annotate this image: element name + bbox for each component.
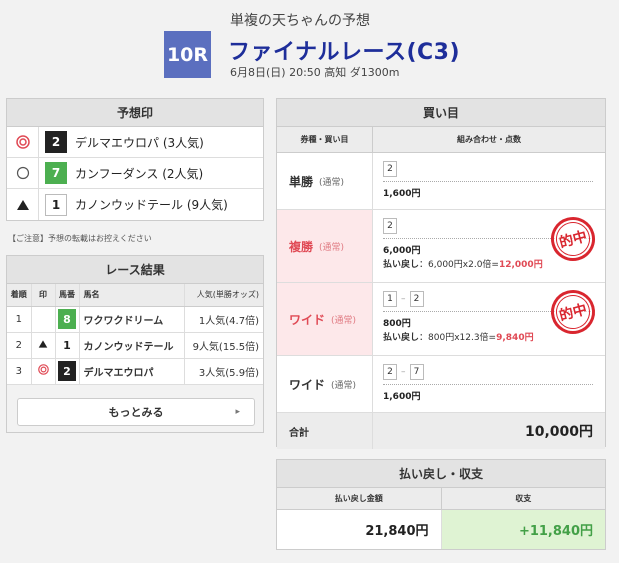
chevron-right-icon: ▸: [235, 407, 240, 417]
combo-number: 2: [383, 161, 397, 177]
taikou-mark-icon: [7, 158, 39, 188]
total-label: 合計: [277, 413, 373, 449]
bet-row-hit: 複勝 (通常) 2 6,000円 払い戻し：6,000円x2.0倍=12,000円…: [277, 210, 605, 283]
bet-type: ワイド: [289, 312, 326, 327]
payout-values: 21,840円 +11,840円: [277, 510, 605, 549]
payout-panel: 払い戻し・収支 払い戻し金額 収支 21,840円 +11,840円: [276, 459, 606, 550]
race-result-table: 着順 印 馬番 馬名 人気(単勝オッズ) 1 8 ワクワクドリーム 1人気(4.…: [7, 284, 263, 385]
bet-type: 複勝: [289, 239, 314, 254]
bets-panel: 買い目 券種・買い目 組み合わせ・点数 単勝 (通常) 2 1,600円 複勝 (通…: [276, 98, 606, 449]
bet-row-hit: ワイド (通常) 1–2 800円 払い戻し：800円x12.3倍=9,840円 …: [277, 283, 605, 356]
prediction-row: 2 デルマエウロパ (3人気): [7, 127, 263, 158]
col-rank: 着順: [7, 284, 32, 307]
prediction-title: 予想印: [7, 99, 263, 127]
col-number: 馬番: [55, 284, 80, 307]
bet-amount: 1,600円: [383, 392, 421, 402]
popularity: 9人気(15.5倍): [184, 332, 263, 359]
table-row: 1 8 ワクワクドリーム 1人気(4.7倍): [7, 306, 263, 333]
horse-number: 7: [45, 162, 67, 184]
bet-subtype: (通常): [319, 177, 345, 188]
combo-number: 2: [383, 218, 397, 234]
bet-row: ワイド (通常) 2–7 1,600円: [277, 356, 605, 413]
col-balance: 収支: [515, 494, 532, 503]
horse-name[interactable]: カノンウッドテール (9人気): [75, 196, 228, 213]
combo-number: 1: [383, 291, 397, 307]
show-more-label: もっとみる: [108, 406, 164, 419]
horse-number: 2: [58, 361, 76, 381]
horse-name[interactable]: カノンウッドテール: [79, 332, 185, 359]
repost-notice: 【ご注意】予想の転載はお控えください: [8, 234, 152, 243]
tanana-mark-icon: [31, 332, 56, 359]
col-name: 馬名: [79, 284, 185, 307]
popularity: 3人気(5.9倍): [184, 358, 263, 385]
bets-title: 買い目: [277, 99, 605, 127]
bet-subtype: (通常): [331, 315, 357, 326]
race-meta: 6月8日(日) 20:50 高知 ダ1300m: [230, 66, 400, 79]
popularity: 1人気(4.7倍): [184, 306, 263, 333]
payout-subheader: 払い戻し金額 収支: [277, 488, 605, 510]
col-popularity: 人気(単勝オッズ): [184, 284, 263, 307]
prediction-row: 1 カノンウッドテール (9人気): [7, 189, 263, 220]
rank: 2: [7, 332, 32, 359]
col-combination: 組み合わせ・点数: [457, 135, 521, 144]
col-bet-type: 券種・買い目: [277, 127, 373, 152]
bet-type: ワイド: [289, 377, 326, 392]
predictor-subtitle: 単複の天ちゃんの予想: [230, 13, 370, 29]
show-more-button[interactable]: もっとみる ▸: [17, 398, 255, 426]
bets-subheader: 券種・買い目 組み合わせ・点数: [277, 127, 605, 153]
horse-number: 1: [58, 335, 76, 355]
bet-subtype: (通常): [331, 380, 357, 391]
race-number-badge: 10R: [164, 31, 211, 78]
horse-name[interactable]: デルマエウロパ (3人気): [75, 134, 204, 151]
bet-type: 単勝: [289, 174, 314, 189]
horse-number: 2: [45, 131, 67, 153]
honmei-mark-icon: [31, 358, 56, 385]
col-refund: 払い戻し金額: [277, 488, 442, 509]
race-result-title: レース結果: [7, 256, 263, 284]
total-value: 10,000円: [373, 413, 605, 449]
refund-amount: 21,840円: [277, 510, 442, 549]
balance-amount: +11,840円: [441, 510, 605, 549]
table-row: 2 1 カノンウッドテール 9人気(15.5倍): [7, 332, 263, 359]
table-row: 3 2 デルマエウロパ 3人気(5.9倍): [7, 358, 263, 385]
col-mark: 印: [31, 284, 56, 307]
race-title: ファイナルレース(C3): [228, 40, 461, 65]
horse-number: 8: [58, 309, 76, 329]
rank: 1: [7, 306, 32, 333]
combo-number: 2: [409, 291, 424, 307]
bet-subtype: (通常): [319, 242, 345, 253]
horse-name[interactable]: カンフーダンス (2人気): [75, 165, 203, 182]
rank: 3: [7, 358, 32, 385]
tanana-mark-icon: [7, 189, 39, 220]
payout-title: 払い戻し・収支: [277, 460, 605, 488]
bet-row: 単勝 (通常) 2 1,600円: [277, 153, 605, 210]
mark: [31, 306, 56, 333]
prediction-panel: 予想印 2 デルマエウロパ (3人気) 7 カンフーダンス (2人気) 1 カノ…: [6, 98, 264, 221]
horse-number: 1: [45, 193, 67, 216]
honmei-mark-icon: [7, 127, 39, 157]
combo-number: 7: [409, 364, 424, 380]
table-header-row: 着順 印 馬番 馬名 人気(単勝オッズ): [7, 284, 263, 307]
combo-number: 2: [383, 364, 397, 380]
horse-name[interactable]: デルマエウロパ: [79, 358, 185, 385]
horse-name[interactable]: ワクワクドリーム: [79, 306, 185, 333]
prediction-row: 7 カンフーダンス (2人気): [7, 158, 263, 189]
race-result-panel: レース結果 着順 印 馬番 馬名 人気(単勝オッズ) 1 8 ワクワクドリーム …: [6, 255, 264, 433]
bets-total-row: 合計 10,000円: [277, 413, 605, 449]
bet-amount: 1,600円: [383, 189, 421, 199]
